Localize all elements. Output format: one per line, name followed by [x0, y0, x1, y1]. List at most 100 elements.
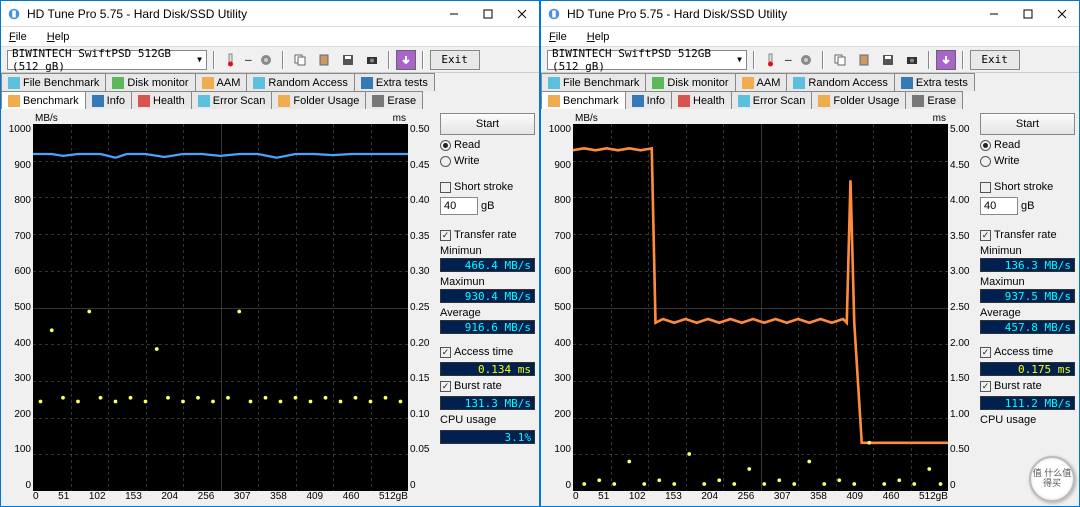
camera-icon[interactable] [362, 50, 382, 70]
tab-erase[interactable]: Erase [905, 91, 963, 109]
start-button[interactable]: Start [980, 113, 1075, 135]
check-short-stroke[interactable]: Short stroke [440, 181, 535, 193]
close-button[interactable] [1045, 1, 1079, 27]
radio-write[interactable]: Write [980, 155, 1075, 167]
menu-help[interactable]: Help [583, 30, 614, 44]
tab-info[interactable]: Info [625, 91, 672, 109]
titlebar: HD Tune Pro 5.75 - Hard Disk/SSD Utility [541, 1, 1079, 27]
watermark-badge: 值 什么值得买 [1029, 456, 1075, 502]
side-panel: Start Read Write Short stroke 40gB Trans… [980, 113, 1075, 502]
exit-button[interactable]: Exit [970, 50, 1020, 70]
tab-aam[interactable]: AAM [735, 73, 788, 91]
stat-maximum: 937.5 MB/s [980, 289, 1075, 303]
arrow-down-icon[interactable] [396, 50, 416, 70]
minimize-button[interactable] [977, 1, 1011, 27]
tab-health[interactable]: Health [131, 91, 192, 109]
tabs-row-2: Benchmark Info Health Error Scan Folder … [541, 91, 1079, 109]
camera-icon[interactable] [902, 50, 922, 70]
maximize-button[interactable] [1011, 1, 1045, 27]
check-access-time[interactable]: Access time [980, 346, 1075, 358]
menu-file[interactable]: File [545, 30, 571, 44]
y-axis-left: 10009008007006005004003002001000 [545, 124, 573, 491]
tab-info[interactable]: Info [85, 91, 132, 109]
stat-average: 457.8 MB/s [980, 320, 1075, 334]
tab-benchmark[interactable]: Benchmark [1, 91, 86, 109]
check-burst-rate[interactable]: Burst rate [980, 380, 1075, 392]
stat-access-time: 0.134 ms [440, 362, 535, 376]
minimize-button[interactable] [437, 1, 471, 27]
tab-error-scan[interactable]: Error Scan [731, 91, 813, 109]
hdtune-window-right: HD Tune Pro 5.75 - Hard Disk/SSD Utility… [540, 0, 1080, 507]
menu-file[interactable]: File [5, 30, 31, 44]
stat-burst-rate: 111.2 MB/s [980, 396, 1075, 410]
drive-selector[interactable]: BIWINTECH SwiftPSD 512GB (512 gB)▼ [7, 50, 207, 70]
tab-folder-usage[interactable]: Folder Usage [271, 91, 366, 109]
tab-extra-tests[interactable]: Extra tests [354, 73, 435, 91]
short-stroke-input[interactable]: 40 [980, 197, 1018, 215]
tab-disk-monitor[interactable]: Disk monitor [105, 73, 195, 91]
y-right-label: ms [933, 113, 946, 124]
toolbar: BIWINTECH SwiftPSD 512GB (512 gB)▼ — Exi… [541, 47, 1079, 73]
tab-file-benchmark[interactable]: File Benchmark [541, 73, 646, 91]
app-icon [547, 7, 561, 21]
stat-cpu-usage: 3.1% [440, 430, 535, 444]
y-axis-right: 0.500.450.400.350.300.250.200.150.100.05… [408, 124, 436, 491]
tab-disk-monitor[interactable]: Disk monitor [645, 73, 735, 91]
save-icon[interactable] [338, 50, 358, 70]
drive-selector[interactable]: BIWINTECH SwiftPSD 512GB (512 gB)▼ [547, 50, 747, 70]
y-left-label: MB/s [35, 113, 58, 124]
toolbar: BIWINTECH SwiftPSD 512GB (512 gB)▼ — Exi… [1, 47, 539, 73]
stat-average: 916.6 MB/s [440, 320, 535, 334]
thermometer-icon[interactable] [761, 50, 781, 70]
radio-read[interactable]: Read [440, 139, 535, 151]
tab-error-scan[interactable]: Error Scan [191, 91, 273, 109]
access-scatter [573, 124, 948, 491]
x-axis: 051102153204256307358409460512gB [545, 491, 976, 502]
exit-button[interactable]: Exit [430, 50, 480, 70]
chart-panel: MB/sms 10009008007006005004003002001000 [545, 113, 976, 502]
app-icon [7, 7, 21, 21]
tabs-row-1: File Benchmark Disk monitor AAM Random A… [1, 73, 539, 91]
arrow-down-icon[interactable] [936, 50, 956, 70]
stat-access-time: 0.175 ms [980, 362, 1075, 376]
tab-benchmark[interactable]: Benchmark [541, 91, 626, 109]
tab-erase[interactable]: Erase [365, 91, 423, 109]
menubar: File Help [1, 27, 539, 47]
hdtune-window-left: HD Tune Pro 5.75 - Hard Disk/SSD Utility… [0, 0, 540, 507]
window-title: HD Tune Pro 5.75 - Hard Disk/SSD Utility [567, 7, 977, 21]
check-transfer-rate[interactable]: Transfer rate [980, 229, 1075, 241]
paste-icon[interactable] [314, 50, 334, 70]
start-button[interactable]: Start [440, 113, 535, 135]
save-icon[interactable] [878, 50, 898, 70]
copy-icon[interactable] [290, 50, 310, 70]
stat-burst-rate: 131.3 MB/s [440, 396, 535, 410]
tab-aam[interactable]: AAM [195, 73, 248, 91]
y-axis-right: 5.004.504.003.503.002.502.001.501.000.50… [948, 124, 976, 491]
tab-file-benchmark[interactable]: File Benchmark [1, 73, 106, 91]
check-burst-rate[interactable]: Burst rate [440, 380, 535, 392]
radio-read[interactable]: Read [980, 139, 1075, 151]
gear-icon[interactable] [796, 50, 816, 70]
thermometer-icon[interactable] [221, 50, 241, 70]
benchmark-plot [573, 124, 948, 491]
close-button[interactable] [505, 1, 539, 27]
check-access-time[interactable]: Access time [440, 346, 535, 358]
tab-random-access[interactable]: Random Access [246, 73, 354, 91]
menu-help[interactable]: Help [43, 30, 74, 44]
tab-extra-tests[interactable]: Extra tests [894, 73, 975, 91]
maximize-button[interactable] [471, 1, 505, 27]
check-transfer-rate[interactable]: Transfer rate [440, 229, 535, 241]
radio-write[interactable]: Write [440, 155, 535, 167]
x-axis: 051102153204256307358409460512gB [5, 491, 436, 502]
side-panel: Start Read Write Short stroke 40gB Trans… [440, 113, 535, 502]
tab-random-access[interactable]: Random Access [786, 73, 894, 91]
gear-icon[interactable] [256, 50, 276, 70]
short-stroke-input[interactable]: 40 [440, 197, 478, 215]
titlebar: HD Tune Pro 5.75 - Hard Disk/SSD Utility [1, 1, 539, 27]
check-short-stroke[interactable]: Short stroke [980, 181, 1075, 193]
tabs-row-1: File Benchmark Disk monitor AAM Random A… [541, 73, 1079, 91]
copy-icon[interactable] [830, 50, 850, 70]
tab-folder-usage[interactable]: Folder Usage [811, 91, 906, 109]
tab-health[interactable]: Health [671, 91, 732, 109]
paste-icon[interactable] [854, 50, 874, 70]
